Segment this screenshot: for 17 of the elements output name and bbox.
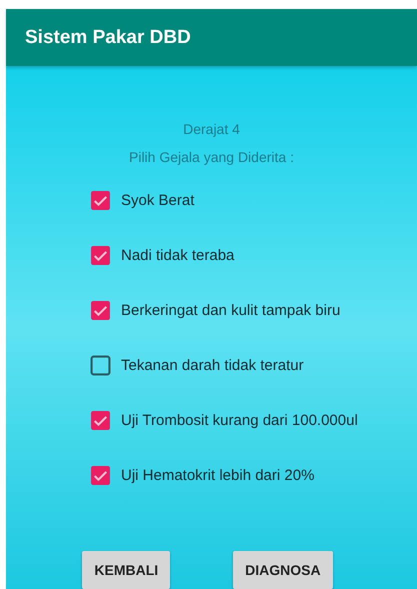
back-button[interactable]: KEMBALI — [82, 551, 170, 589]
checkbox-label[interactable]: Uji Trombosit kurang dari 100.000ul — [121, 412, 358, 428]
checkbox-label[interactable]: Nadi tidak teraba — [121, 246, 234, 264]
checkbox[interactable] — [90, 410, 111, 430]
checkbox[interactable] — [90, 354, 111, 376]
level-heading: Derajat 4 — [183, 121, 240, 137]
checkbox-label[interactable]: Tekanan darah tidak teratur — [121, 356, 304, 374]
checkbox[interactable] — [90, 300, 111, 320]
checkbox[interactable] — [90, 464, 111, 486]
checkbox[interactable] — [90, 244, 111, 266]
diagnose-button[interactable]: DIAGNOSA — [233, 551, 333, 589]
app-title: Sistem Pakar DBD — [25, 26, 191, 48]
checkbox-label[interactable]: Berkeringat dan kulit tampak biru — [121, 302, 340, 318]
checkbox-label[interactable]: Uji Hematokrit lebih dari 20% — [121, 466, 314, 484]
checkbox[interactable] — [90, 190, 111, 210]
instruction-text: Pilih Gejala yang Diderita : — [129, 149, 294, 165]
checkbox-label[interactable]: Syok Berat — [121, 192, 194, 208]
